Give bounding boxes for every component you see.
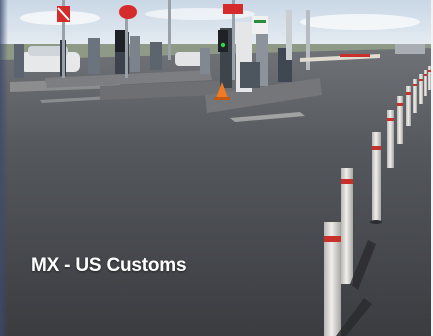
card-caption: MX - US Customs	[31, 255, 187, 276]
border-crossing-photo	[0, 0, 433, 336]
customs-image-card[interactable]: MX - US Customs	[0, 0, 433, 336]
